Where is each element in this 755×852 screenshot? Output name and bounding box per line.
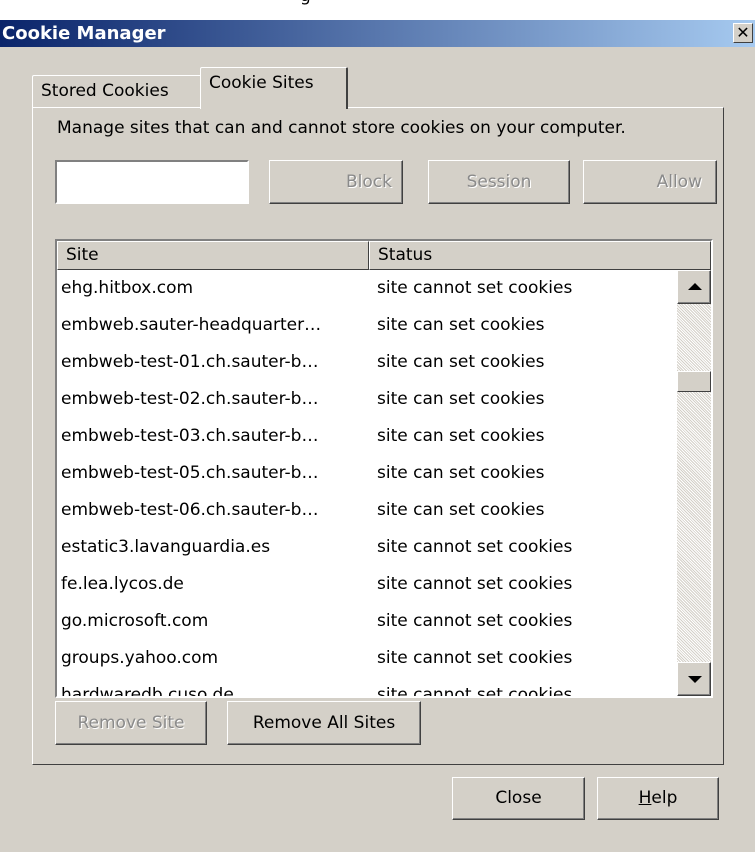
status-cell: site cannot set cookies (377, 648, 573, 668)
table-row[interactable]: embweb.sauter-headquarter… site can set c… (57, 307, 675, 344)
block-button[interactable]: Block (269, 160, 403, 204)
site-rows: ehg.hitbox.com site cannot set cookies em… (57, 270, 675, 698)
close-button[interactable]: Close (452, 777, 585, 820)
allow-button[interactable]: Allow (583, 160, 717, 204)
site-input[interactable] (55, 160, 249, 204)
cut-off-text: g (300, 0, 311, 6)
cookie-sites-panel: Manage sites that can and cannot store c… (32, 107, 724, 765)
site-cell: embweb-test-02.ch.sauter-b… (61, 389, 319, 409)
scroll-down-button[interactable] (677, 662, 711, 696)
table-row[interactable]: fe.lea.lycos.de site cannot set cookies (57, 566, 675, 603)
scroll-up-button[interactable] (677, 270, 711, 304)
site-cell: hardwaredb.cuso.de (61, 685, 234, 698)
scroll-down-arrow-icon (688, 676, 702, 683)
status-cell: site cannot set cookies (377, 278, 573, 298)
table-row[interactable]: estatic3.lavanguardia.es site cannot set … (57, 529, 675, 566)
tab-stored-cookies[interactable]: Stored Cookies (32, 75, 202, 107)
site-cell: fe.lea.lycos.de (61, 574, 184, 594)
status-cell: site can set cookies (377, 352, 545, 372)
site-cell: embweb-test-01.ch.sauter-b… (61, 352, 319, 372)
column-header-status[interactable]: Status (369, 241, 711, 270)
close-icon[interactable]: ✕ (733, 23, 753, 43)
site-cell: go.microsoft.com (61, 611, 209, 631)
table-row[interactable]: groups.yahoo.com site cannot set cookies (57, 640, 675, 677)
title-bar: Cookie Manager ✕ (0, 20, 755, 47)
session-button[interactable]: Session (428, 160, 570, 204)
table-row[interactable]: embweb-test-06.ch.sauter-b… site can set … (57, 492, 675, 529)
scrollbar-track[interactable] (677, 270, 711, 696)
sites-list: Site Status ehg.hitbox.com site cannot se… (55, 239, 713, 698)
status-cell: site can set cookies (377, 426, 545, 446)
scrollbar-thumb[interactable] (677, 371, 711, 392)
status-cell: site cannot set cookies (377, 685, 573, 698)
top-strip: g (0, 0, 755, 20)
panel-description: Manage sites that can and cannot store c… (57, 118, 626, 138)
remove-site-button[interactable]: Remove Site (55, 701, 207, 745)
site-cell: embweb-test-06.ch.sauter-b… (61, 500, 319, 520)
table-row[interactable]: hardwaredb.cuso.de site cannot set cookie… (57, 677, 675, 698)
table-row[interactable]: embweb-test-03.ch.sauter-b… site can set … (57, 418, 675, 455)
table-row[interactable]: embweb-test-02.ch.sauter-b… site can set … (57, 381, 675, 418)
status-cell: site cannot set cookies (377, 611, 573, 631)
status-cell: site can set cookies (377, 463, 545, 483)
scroll-up-arrow-icon (688, 283, 702, 290)
table-row[interactable]: embweb-test-01.ch.sauter-b… site can set … (57, 344, 675, 381)
status-cell: site cannot set cookies (377, 537, 573, 557)
status-cell: site cannot set cookies (377, 574, 573, 594)
help-label-rest: elp (651, 788, 678, 808)
site-cell: embweb.sauter-headquarter… (61, 315, 322, 335)
help-button[interactable]: Help (597, 777, 719, 820)
status-cell: site can set cookies (377, 315, 545, 335)
site-cell: embweb-test-03.ch.sauter-b… (61, 426, 319, 446)
table-row[interactable]: go.microsoft.com site cannot set cookies (57, 603, 675, 640)
status-cell: site can set cookies (377, 389, 545, 409)
remove-all-sites-button[interactable]: Remove All Sites (227, 701, 421, 745)
table-row[interactable]: ehg.hitbox.com site cannot set cookies (57, 270, 675, 307)
site-cell: estatic3.lavanguardia.es (61, 537, 271, 557)
site-cell: groups.yahoo.com (61, 648, 219, 668)
vertical-scrollbar[interactable] (677, 270, 711, 696)
help-accelerator: H (638, 788, 652, 808)
tab-cookie-sites[interactable]: Cookie Sites (200, 67, 348, 109)
site-cell: ehg.hitbox.com (61, 278, 194, 298)
column-header-site[interactable]: Site (57, 241, 369, 270)
cookie-manager-window: Cookie Manager ✕ Stored Cookies Cookie S… (0, 20, 755, 852)
status-cell: site can set cookies (377, 500, 545, 520)
table-row[interactable]: embweb-test-05.ch.sauter-b… site can set … (57, 455, 675, 492)
site-cell: embweb-test-05.ch.sauter-b… (61, 463, 319, 483)
window-title: Cookie Manager (2, 23, 166, 44)
